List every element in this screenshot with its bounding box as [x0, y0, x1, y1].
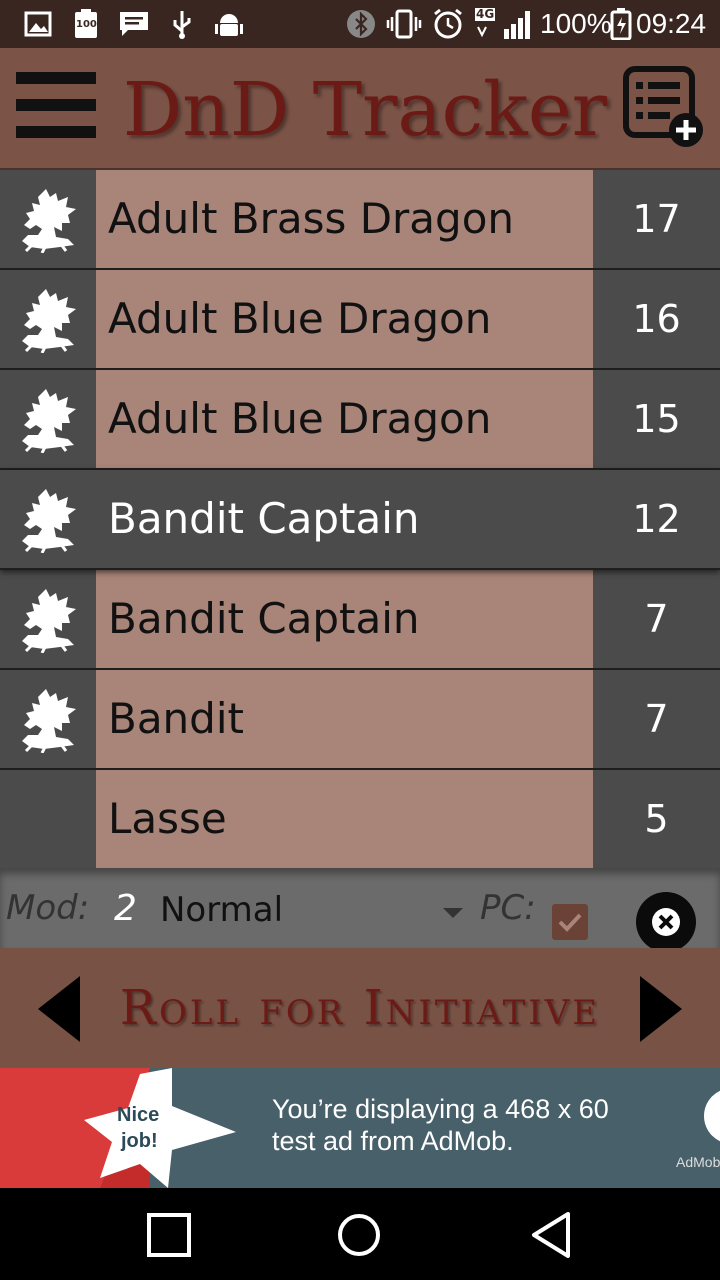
battery-saver-icon: 100: [72, 9, 100, 38]
home-icon[interactable]: [336, 1212, 382, 1258]
network-label: 4G: [475, 7, 496, 21]
ad-text-line1: You’re displaying a 468 x 60: [272, 1094, 609, 1124]
mod-value-input[interactable]: 2: [114, 888, 137, 929]
monster-dragon-icon: [0, 170, 96, 268]
ad-star-graphic: [0, 1068, 236, 1188]
gallery-icon: [24, 10, 52, 38]
add-to-list-button[interactable]: [622, 66, 706, 150]
creature-row[interactable]: Bandit Captain 12: [0, 470, 720, 570]
creature-name: Adult Blue Dragon: [96, 370, 593, 468]
vibrate-icon: [386, 9, 422, 39]
roll-mode-select[interactable]: Normal: [160, 890, 470, 934]
battery-percent: 100%: [540, 8, 612, 39]
back-icon[interactable]: [528, 1210, 574, 1260]
list-add-icon: [623, 66, 703, 147]
previous-button[interactable]: [38, 976, 82, 1042]
ad-text-line2: test ad from AdMob.: [272, 1126, 514, 1156]
ad-badge-line1: Nice: [117, 1104, 160, 1126]
close-icon: [652, 908, 680, 936]
app-title: DnD Tracker: [122, 67, 608, 153]
hamburger-menu-button[interactable]: [16, 72, 96, 138]
menu-line-icon: [16, 99, 96, 111]
usb-icon: [170, 10, 194, 39]
signal-icon: 4G: [472, 7, 532, 39]
menu-line-icon: [16, 72, 96, 84]
roll-for-initiative-button[interactable]: Roll for Initiative: [90, 978, 630, 1038]
initiative-value[interactable]: 7: [593, 570, 720, 668]
creature-name: Adult Blue Dragon: [96, 270, 593, 368]
initiative-value[interactable]: 12: [593, 470, 720, 568]
initiative-value[interactable]: 16: [593, 270, 720, 368]
creature-row[interactable]: Adult Blue Dragon 16: [0, 270, 720, 370]
monster-dragon-icon: [0, 570, 96, 668]
creature-row[interactable]: Bandit 7: [0, 670, 720, 770]
ad-info-icon: [704, 1090, 720, 1142]
empty-icon-cell: [0, 770, 96, 868]
status-bar: 100 4G 100% 09:24: [0, 0, 720, 48]
ad-banner[interactable]: Nice job! You’re displaying a 468 x 60 t…: [0, 1068, 720, 1188]
system-nav-bar: [0, 1188, 720, 1280]
pc-checkbox[interactable]: [552, 904, 588, 940]
clock: 09:24: [636, 8, 707, 39]
ad-badge-line2: job!: [121, 1130, 158, 1152]
creature-name: Adult Brass Dragon: [96, 170, 593, 268]
creature-row[interactable]: Adult Blue Dragon 15: [0, 370, 720, 470]
monster-dragon-icon: [0, 470, 96, 568]
alarm-icon: [432, 8, 464, 39]
roll-mode-value: Normal: [160, 890, 284, 930]
pc-label: PC:: [480, 888, 536, 928]
initiative-value[interactable]: 7: [593, 670, 720, 768]
initiative-value[interactable]: 15: [593, 370, 720, 468]
close-button[interactable]: [636, 892, 696, 952]
creature-name: Bandit Captain: [96, 470, 593, 568]
creature-row[interactable]: Lasse 5: [0, 770, 720, 870]
initiative-value[interactable]: 17: [593, 170, 720, 268]
message-icon: [118, 10, 150, 38]
creature-row[interactable]: Bandit Captain 7: [0, 570, 720, 670]
recent-apps-icon[interactable]: [146, 1212, 192, 1258]
notif-badge: 100: [76, 19, 97, 30]
menu-line-icon: [16, 126, 96, 138]
mod-label: Mod:: [6, 888, 90, 928]
app-header: DnD Tracker: [0, 48, 720, 170]
bluetooth-icon: [346, 10, 376, 38]
next-button[interactable]: [638, 976, 682, 1042]
modifier-bar: Mod: 2 Normal PC:: [0, 868, 720, 948]
monster-dragon-icon: [0, 370, 96, 468]
android-debug-icon: [214, 10, 244, 38]
creature-name: Lasse: [96, 770, 593, 868]
checkmark-icon: [558, 913, 582, 932]
battery-charging-icon: [610, 8, 632, 40]
monster-dragon-icon: [0, 270, 96, 368]
ad-brand: AdMob: [676, 1154, 720, 1170]
dropdown-caret-icon: [443, 908, 463, 918]
initiative-list: Adult Brass Dragon 17 Adult Blue Dragon 16 A…: [0, 170, 720, 870]
triangle-left-icon: [38, 976, 80, 1042]
monster-dragon-icon: [0, 670, 96, 768]
creature-name: Bandit Captain: [96, 570, 593, 668]
creature-row[interactable]: Adult Brass Dragon 17: [0, 170, 720, 270]
creature-name: Bandit: [96, 670, 593, 768]
initiative-value[interactable]: 5: [593, 770, 720, 868]
triangle-right-icon: [640, 976, 682, 1042]
